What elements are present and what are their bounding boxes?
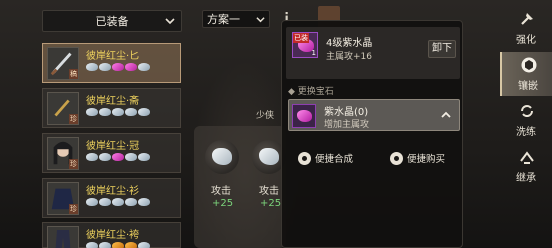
equipment-item-crown[interactable]: 珍 彼岸红尘·冠 [42,133,181,173]
gem-slot-1[interactable] [205,140,239,174]
tab-inherit[interactable]: 继承 [500,144,552,188]
gem-slots [86,63,150,73]
synth-icon [298,151,311,165]
brush-icon: 珍 [47,92,79,125]
tab-label: 镶嵌 [518,81,538,92]
item-tag: 珍 [69,114,78,124]
scheme-dropdown[interactable]: 方案一 [202,10,270,28]
equipment-item-dagger[interactable]: 稿 彼岸红尘·匕 [42,43,181,83]
silver-gem-icon [99,153,111,161]
equipment-list-panel: 已装备 稿 彼岸红尘·匕 珍 彼岸红尘·斋 珍 彼岸红尘·冠 珍 彼岸红尘·衫 … [0,0,190,248]
equipment-item-trousers[interactable]: 彼岸红尘·袴 [42,222,181,248]
silver-gem-icon [138,63,150,71]
trousers-icon [47,226,79,248]
silver-gem-icon [86,153,98,161]
current-gem-card: 已装 1 4级紫水晶 主属攻+16 卸下 [286,27,460,79]
gem-slots [86,242,150,248]
hexagon-icon [521,57,537,73]
purple-gem-icon [112,153,124,161]
purple-gem-icon [112,63,124,71]
gem-slots [86,198,150,208]
gem-slots [86,108,150,118]
silver-gem-icon [138,108,150,116]
buy-icon [390,151,403,165]
quick-synth-button[interactable]: 便捷合成 [298,149,353,167]
silver-gem-icon [212,148,232,165]
chevron-down-icon [256,17,265,23]
silver-gem-icon [125,108,137,116]
tab-refine[interactable]: 洗练 [500,98,552,142]
silver-gem-icon [99,63,111,71]
robe-icon: 珍 [47,182,79,215]
chevron-up-icon [441,111,451,118]
silver-gem-icon [99,198,111,206]
gem-bonus: 主属攻+16 [326,52,372,62]
tab-label: 洗练 [516,127,536,138]
equipment-item-zhai[interactable]: 珍 彼岸红尘·斋 [42,88,181,128]
tab-inlay[interactable]: 镶嵌 [500,52,552,96]
orange-gem-icon [112,242,124,248]
purple-gem-icon [297,110,312,122]
gem-slots [86,153,150,163]
silver-gem-icon [86,198,98,206]
gem-count: 1 [311,49,316,57]
hammer-icon [521,13,533,25]
gem-option-name: 紫水晶(0) [324,107,369,118]
quick-buy-button[interactable]: 便捷购买 [390,149,445,167]
item-name: 彼岸红尘·冠 [86,141,140,152]
scheme-label: 方案一 [207,13,240,26]
tab-label: 继承 [516,173,536,184]
quick-buy-label: 便捷购买 [407,154,446,165]
replace-gem-text: 更换宝石 [297,87,334,97]
stat-name: 攻击 [211,186,231,197]
silver-gem-icon [259,148,279,165]
item-tag: 珍 [69,159,78,169]
silver-gem-icon [125,153,137,161]
character-label: 少侠 [256,111,275,121]
chevron-down-icon [165,18,175,25]
amethyst-icon: 已装 1 [292,32,318,58]
silver-gem-icon [138,242,150,248]
portrait-icon: 珍 [47,137,79,170]
silver-gem-icon [125,198,137,206]
unload-button[interactable]: 卸下 [428,40,456,58]
dagger-icon: 稿 [47,47,79,80]
gem-option-desc: 增加主属攻 [324,120,370,130]
recycle-icon [521,105,533,117]
inherit-icon [520,151,534,164]
stat-name: 攻击 [259,186,279,197]
amethyst-icon [292,104,316,128]
stat-value: +25 [260,198,282,209]
item-tag: 稿 [69,69,78,79]
item-name: 彼岸红尘·斋 [86,96,140,107]
silver-gem-icon [86,108,98,116]
silver-gem-icon [112,198,124,206]
silver-gem-icon [86,242,98,248]
tab-label: 强化 [516,35,536,46]
equipment-filter-label: 已装备 [95,15,129,28]
item-name: 彼岸红尘·衫 [86,186,140,197]
purple-gem-icon [125,63,137,71]
equipped-badge: 已装 [293,33,309,43]
quick-synth-label: 便捷合成 [315,154,354,165]
silver-gem-icon [99,108,111,116]
tab-enhance[interactable]: 强化 [500,6,552,50]
equipment-item-shirt[interactable]: 珍 彼岸红尘·衫 [42,178,181,218]
item-name: 彼岸红尘·匕 [86,51,140,62]
gem-detail-popup: 已装 1 4级紫水晶 主属攻+16 卸下 ◆ 更换宝石 紫水晶(0) 增加主属攻… [281,20,463,248]
gem-option-amethyst[interactable]: 紫水晶(0) 增加主属攻 [288,99,460,131]
replace-gem-label: ◆ 更换宝石 [288,87,334,97]
silver-gem-icon [112,108,124,116]
stat-value: +25 [212,198,234,209]
item-name: 彼岸红尘·袴 [86,230,140,241]
silver-gem-icon [138,153,150,161]
silver-gem-icon [138,198,150,206]
silver-gem-icon [99,242,111,248]
gem-title: 4级紫水晶 [326,38,373,49]
equipment-filter-dropdown[interactable]: 已装备 [42,10,182,32]
item-tag: 珍 [69,204,78,214]
silver-gem-icon [86,63,98,71]
right-nav: 强化 镶嵌 洗练 继承 [500,0,552,248]
orange-gem-icon [125,242,137,248]
